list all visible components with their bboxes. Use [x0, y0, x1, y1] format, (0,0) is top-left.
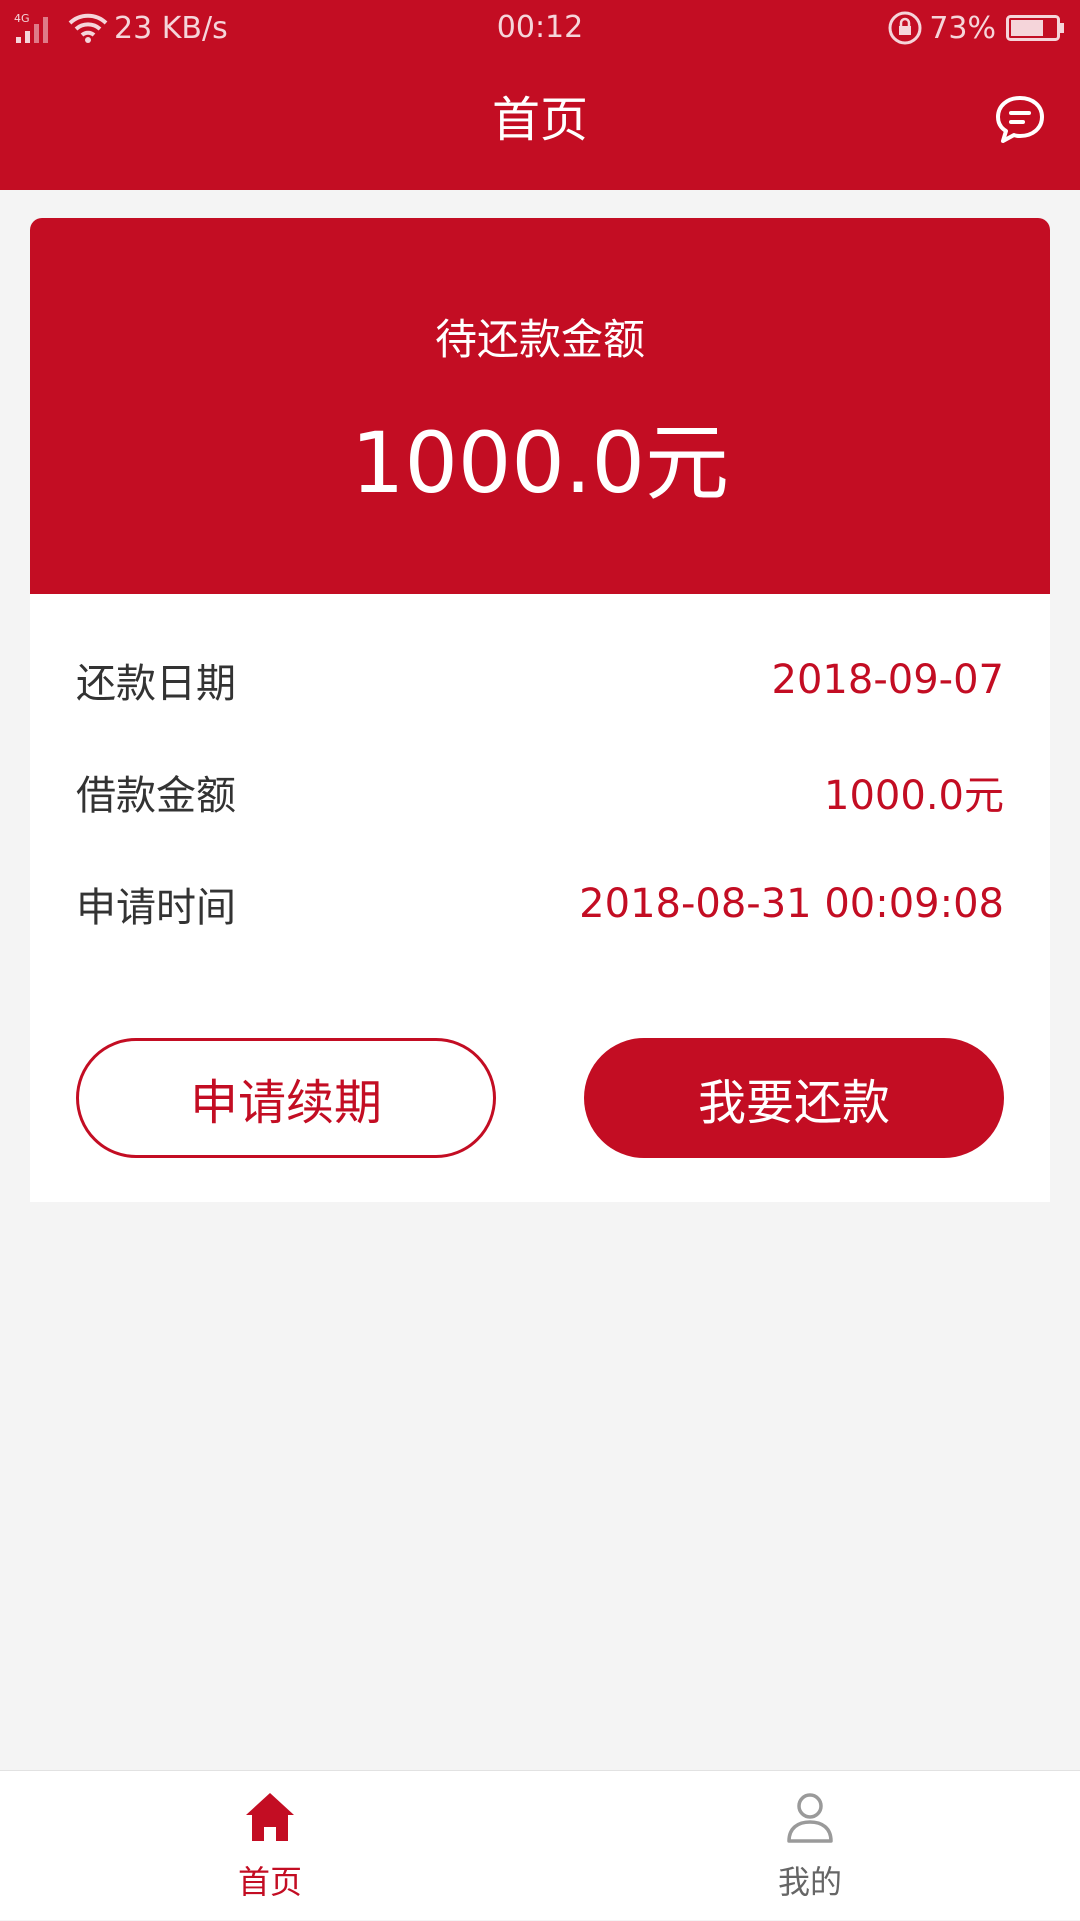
user-icon	[787, 1793, 833, 1843]
tab-home-label: 首页	[237, 1863, 302, 1901]
rotation-lock-icon	[888, 11, 922, 45]
battery-percent: 73%	[929, 10, 996, 46]
nav-bar: 首页	[0, 58, 1080, 190]
loan-card: 待还款金额 1000.0元 还款日期 2018-09-07 借款金额 1000.…	[30, 218, 1050, 1202]
message-button[interactable]	[988, 88, 1052, 152]
chat-bubble-icon	[996, 96, 1044, 143]
page-title: 首页	[491, 92, 588, 148]
detail-label: 还款日期	[76, 661, 236, 707]
tab-mine-label: 我的	[777, 1863, 842, 1901]
detail-row-repay-date: 还款日期 2018-09-07	[76, 650, 1004, 710]
status-right: 73%	[887, 8, 1066, 48]
detail-label: 借款金额	[76, 773, 236, 819]
detail-value: 2018-08-31 00:09:08	[579, 881, 1004, 927]
detail-value: 2018-09-07	[771, 657, 1004, 703]
battery-icon	[1006, 15, 1064, 41]
renew-button[interactable]: 申请续期	[76, 1038, 496, 1158]
tab-bar: 首页 我的	[0, 1770, 1080, 1920]
due-amount-value: 1000.0元	[351, 414, 729, 512]
detail-row-loan-amount: 借款金额 1000.0元	[76, 762, 1004, 822]
status-bar: 4G 23 KB/s 00:12 73%	[0, 0, 1080, 58]
repay-button[interactable]: 我要还款	[584, 1038, 1004, 1158]
detail-row-apply-time: 申请时间 2018-08-31 00:09:08	[76, 874, 1004, 934]
tab-home[interactable]: 首页	[0, 1771, 540, 1921]
due-summary: 待还款金额 1000.0元	[30, 218, 1050, 594]
tab-mine[interactable]: 我的	[540, 1771, 1080, 1921]
detail-value: 1000.0元	[824, 773, 1004, 819]
detail-label: 申请时间	[76, 885, 236, 931]
due-amount-label: 待还款金额	[434, 315, 645, 364]
home-icon	[246, 1793, 294, 1841]
